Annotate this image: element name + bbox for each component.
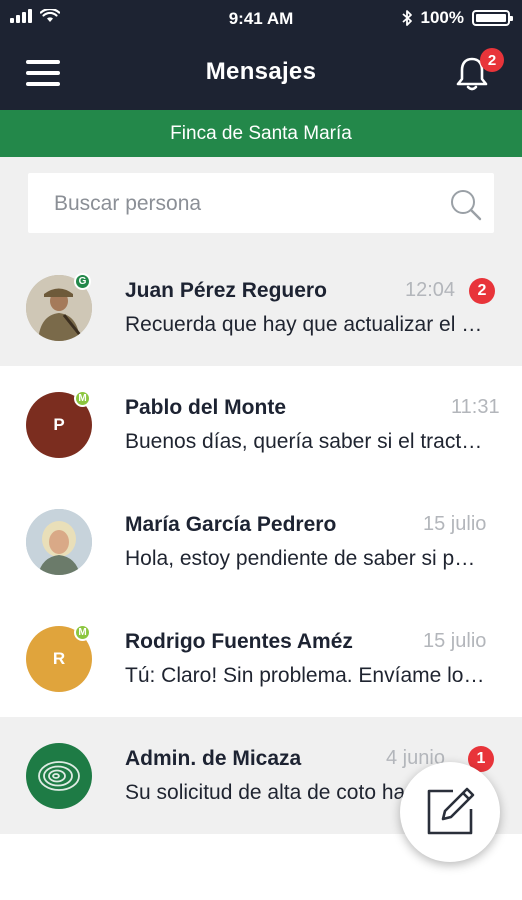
conversation-item[interactable]: R M Rodrigo Fuentes Améz 15 julio Tú: Cl…: [0, 600, 522, 717]
avatar: [26, 743, 92, 809]
farm-selector[interactable]: Finca de Santa María: [0, 110, 522, 157]
message-time: 15 julio: [423, 513, 487, 535]
status-bar: 9:41 AM 100%: [0, 0, 522, 38]
message-time: 11:31: [451, 396, 500, 418]
avatar-initial: P: [53, 415, 65, 434]
avatar-initial: R: [52, 649, 66, 668]
contact-name: Juan Pérez Reguero: [125, 279, 327, 302]
contact-name: Pablo del Monte: [125, 396, 287, 419]
conversation-item[interactable]: P M Pablo del Monte 11:31 Buenos días, q…: [0, 366, 522, 483]
page-title: Mensajes: [205, 58, 317, 85]
role-badge: M: [74, 390, 91, 407]
status-right: 100%: [401, 8, 513, 28]
notification-badge: 2: [480, 48, 504, 72]
message-preview: Buenos días, quería saber si el tractor …: [125, 430, 485, 453]
message-time: 15 julio: [423, 630, 487, 652]
unread-badge: 2: [469, 278, 495, 304]
message-preview: Hola, estoy pendiente de saber si podemo…: [125, 547, 485, 570]
battery-percent: 100%: [420, 8, 464, 27]
contact-name: Rodrigo Fuentes Améz: [125, 630, 353, 653]
search-icon[interactable]: [448, 187, 482, 221]
conversation-item[interactable]: G Juan Pérez Reguero 12:04 2 Recuerda qu…: [0, 249, 522, 366]
bluetooth-icon: [401, 10, 412, 26]
role-badge: M: [74, 624, 91, 641]
avatar: [26, 509, 92, 575]
message-preview: Tú: Claro! Sin problema. Envíame los dat…: [125, 664, 485, 687]
search-input[interactable]: [52, 173, 436, 235]
search-area: [0, 157, 522, 249]
message-time: 12:04: [405, 279, 456, 301]
micaza-logo-icon: [38, 761, 80, 791]
compose-icon: [427, 787, 475, 835]
search-box: [28, 173, 494, 235]
app-header: Mensajes: [0, 38, 522, 110]
message-preview: Recuerda que hay que actualizar el parte…: [125, 313, 485, 336]
contact-name: María García Pedrero: [125, 513, 337, 536]
contact-name: Admin. de Micaza: [125, 747, 302, 770]
battery-icon: [472, 10, 513, 26]
compose-button[interactable]: [400, 762, 500, 862]
role-badge: G: [74, 273, 91, 290]
conversation-item[interactable]: María García Pedrero 15 julio Hola, esto…: [0, 483, 522, 600]
